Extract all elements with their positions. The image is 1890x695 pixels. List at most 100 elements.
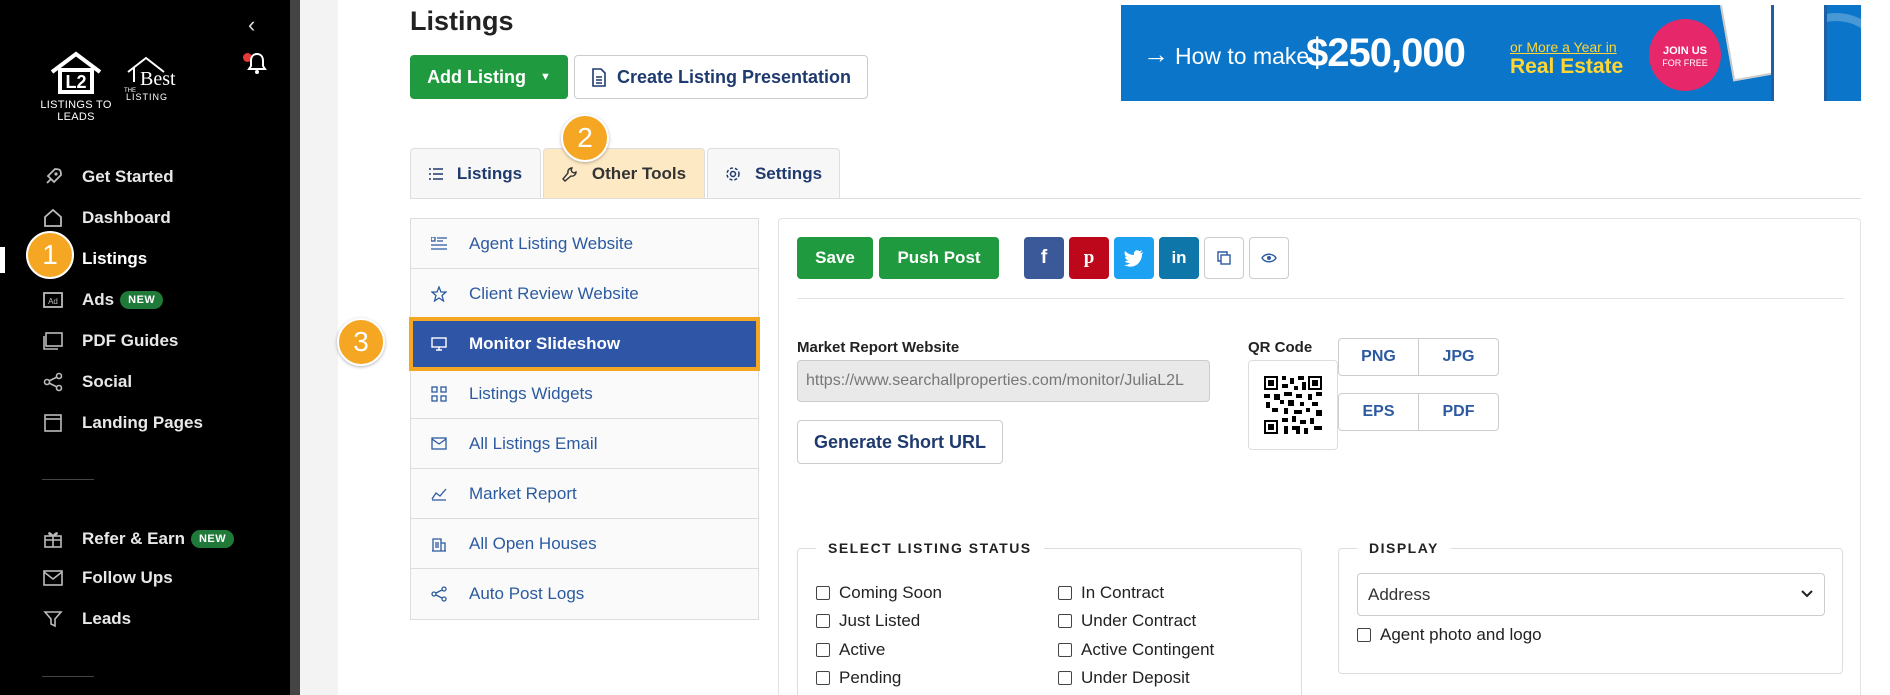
checkbox[interactable] [1058, 614, 1072, 628]
linkedin-icon: in [1171, 248, 1187, 267]
monitor-slideshow-panel: Save Push Post f p in Market Report Webs… [778, 218, 1861, 695]
checkbox-label: Under Contract [1081, 611, 1197, 630]
pdf-icon [42, 330, 64, 352]
nav-landing-pages[interactable]: Landing Pages [42, 409, 203, 437]
tab-other-tools[interactable]: Other Tools [543, 148, 705, 198]
tool-client-review-website[interactable]: Client Review Website [411, 269, 758, 319]
join-us-label: JOIN US [1662, 45, 1707, 57]
status-pending-checkbox[interactable]: Pending [816, 668, 901, 688]
banner-amount: $250,000 [1306, 31, 1466, 75]
status-under-deposit-checkbox[interactable]: Under Deposit [1058, 668, 1190, 688]
for-free-label: FOR FREE [1662, 58, 1708, 68]
checkbox-label: In Contract [1081, 583, 1165, 602]
nav-dashboard[interactable]: Dashboard [42, 204, 171, 232]
checkbox[interactable] [816, 671, 830, 685]
status-coming-soon-checkbox[interactable]: Coming Soon [816, 583, 942, 603]
document-icon [592, 67, 606, 87]
tool-all-listings-email[interactable]: All Listings Email [411, 419, 758, 469]
nav-social[interactable]: Social [42, 368, 132, 396]
nav-label: Listings [82, 249, 148, 268]
nav-label: Follow Ups [82, 568, 173, 587]
tool-label: Monitor Slideshow [469, 333, 621, 353]
nav-label: Leads [82, 609, 132, 628]
nav-label: Ads [82, 290, 115, 309]
step-3-marker: 3 [337, 318, 385, 366]
nav-refer-earn[interactable]: Refer & Earn NEW [42, 525, 235, 553]
display-selected-value: Address [1368, 584, 1431, 604]
join-us-badge[interactable]: JOIN US FOR FREE [1649, 19, 1721, 91]
listing-status-legend: SELECT LISTING STATUS [816, 540, 1044, 556]
tab-settings[interactable]: Settings [707, 148, 840, 198]
add-listing-label: Add Listing [427, 66, 527, 87]
push-post-button[interactable]: Push Post [879, 237, 999, 279]
bell-icon[interactable] [246, 52, 268, 76]
tool-listings-widgets[interactable]: Listings Widgets [411, 369, 758, 419]
nav-follow-ups[interactable]: Follow Ups [42, 564, 173, 592]
checkbox[interactable] [1058, 643, 1072, 657]
checkbox[interactable] [1058, 671, 1072, 685]
nav-label: PDF Guides [82, 331, 179, 350]
nav-get-started[interactable]: Get Started [42, 163, 174, 191]
eye-icon [1261, 253, 1277, 263]
status-just-listed-checkbox[interactable]: Just Listed [816, 611, 920, 631]
checkbox[interactable] [816, 614, 830, 628]
tool-all-open-houses[interactable]: All Open Houses [411, 519, 758, 569]
tool-auto-post-logs[interactable]: Auto Post Logs [411, 569, 758, 619]
copy-button[interactable] [1204, 237, 1244, 279]
tab-label: Settings [754, 163, 823, 183]
save-button[interactable]: Save [797, 237, 873, 279]
tool-agent-listing-website[interactable]: Agent Listing Website [411, 219, 758, 269]
add-listing-button[interactable]: Add Listing ▼ [410, 55, 568, 99]
market-report-url-field[interactable] [797, 360, 1210, 402]
tab-label: Other Tools [591, 163, 687, 183]
nav-ads[interactable]: Ad Ads NEW [42, 286, 164, 314]
market-report-label: Market Report Website [797, 339, 960, 356]
banner-real-estate: Real Estate [1510, 55, 1624, 78]
display-legend: DISPLAY [1357, 540, 1451, 556]
arrow-right-icon: → [1143, 39, 1169, 69]
facebook-button[interactable]: f [1024, 237, 1064, 279]
checkbox-label: Coming Soon [839, 583, 943, 602]
tool-market-report[interactable]: Market Report [411, 469, 758, 519]
facebook-icon: f [1040, 247, 1048, 268]
nav-pdf-guides[interactable]: PDF Guides [42, 327, 178, 355]
caret-down-icon: ▼ [540, 71, 551, 83]
tool-label: All Open Houses [469, 533, 597, 553]
status-under-contract-checkbox[interactable]: Under Contract [1058, 611, 1196, 631]
svg-text:L2: L2 [65, 72, 86, 92]
create-presentation-label: Create Listing Presentation [616, 66, 852, 87]
page-title: Listings [410, 6, 514, 36]
checkbox-label: Under Deposit [1081, 668, 1190, 687]
checkbox-label: Just Listed [839, 611, 921, 630]
tools-list: Agent Listing Website Client Review Webs… [409, 218, 760, 620]
preview-button[interactable] [1249, 237, 1289, 279]
status-active-checkbox[interactable]: Active [816, 640, 885, 660]
new-badge: NEW [190, 530, 235, 548]
collapse-sidebar-icon[interactable]: ‹ [248, 12, 255, 38]
tool-monitor-slideshow[interactable]: Monitor Slideshow [409, 317, 760, 371]
eps-button[interactable]: EPS [1338, 393, 1419, 431]
create-listing-presentation-button[interactable]: Create Listing Presentation [574, 55, 868, 99]
pinterest-button[interactable]: p [1069, 237, 1109, 279]
display-select[interactable]: Address [1357, 573, 1825, 616]
mail-icon [42, 567, 64, 589]
checkbox[interactable] [1058, 586, 1072, 600]
checkbox[interactable] [816, 643, 830, 657]
tool-label: Listings Widgets [469, 383, 593, 403]
tab-listings[interactable]: Listings [410, 148, 541, 198]
png-button[interactable]: PNG [1338, 338, 1419, 376]
status-in-contract-checkbox[interactable]: In Contract [1058, 583, 1164, 603]
step-1-marker: 1 [26, 231, 74, 279]
status-active-contingent-checkbox[interactable]: Active Contingent [1058, 640, 1214, 660]
pdf-button[interactable]: PDF [1418, 393, 1499, 431]
checkbox[interactable] [816, 586, 830, 600]
nav-leads[interactable]: Leads [42, 605, 131, 633]
agent-photo-logo-checkbox[interactable]: Agent photo and logo [1357, 625, 1542, 645]
generate-short-url-button[interactable]: Generate Short URL [797, 420, 1003, 464]
linkedin-button[interactable]: in [1159, 237, 1199, 279]
content-card: Listings Add Listing ▼ Create Listing Pr… [338, 0, 1890, 695]
jpg-button[interactable]: JPG [1418, 338, 1499, 376]
twitter-button[interactable] [1114, 237, 1154, 279]
checkbox[interactable] [1357, 628, 1371, 642]
promo-banner[interactable]: → How to make $250,000 or More a Year in… [1121, 5, 1861, 101]
